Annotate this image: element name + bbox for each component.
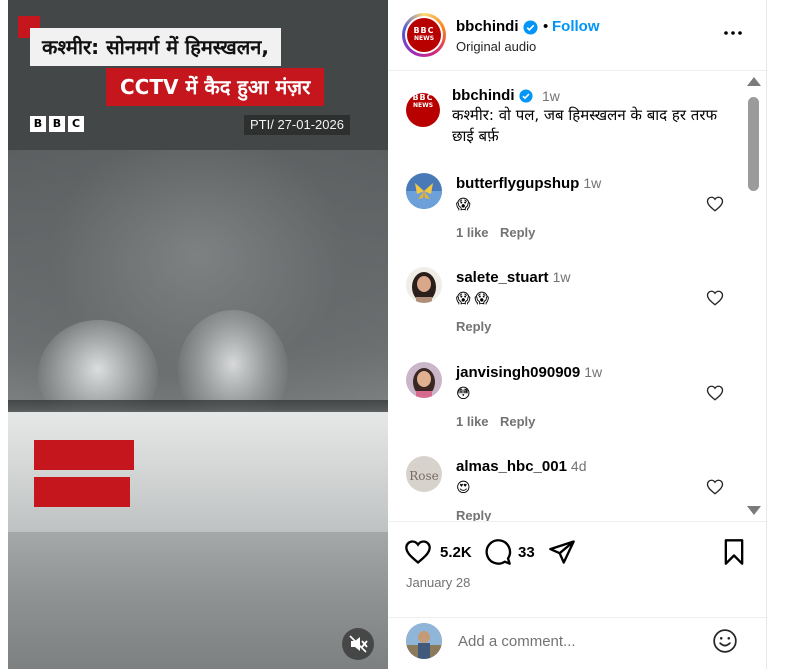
comment-like-count[interactable]: 1 like <box>456 414 489 429</box>
current-user-avatar[interactable] <box>406 623 442 659</box>
comment-avatar[interactable] <box>406 267 442 303</box>
bbc-logo: B B C <box>30 116 84 132</box>
profile-photo-icon <box>406 623 442 659</box>
post-header: BBC NEWS bbchindi • Follow Original audi… <box>388 0 766 71</box>
bbc-logo-letter: B <box>30 116 46 132</box>
more-horizontal-icon <box>724 31 742 35</box>
left-margin <box>0 0 8 669</box>
add-comment-bar <box>388 617 766 669</box>
bbc-logo-letter: C <box>68 116 84 132</box>
header-username[interactable]: bbchindi <box>456 18 519 35</box>
post-actions: 5.2K 33 January 28 <box>388 521 766 617</box>
comment-avatar[interactable]: Rose <box>406 456 442 492</box>
reply-button[interactable]: Reply <box>500 414 535 429</box>
like-count[interactable]: 5.2K <box>440 544 472 561</box>
comment-username[interactable]: salete_stuart <box>456 269 549 286</box>
comment-time[interactable]: 1w <box>583 175 601 191</box>
video-headline-line2: CCTV में कैद हुआ मंज़र <box>106 68 325 106</box>
video-snow <box>8 412 388 532</box>
caption-username-row: bbchindi <box>452 87 533 104</box>
heart-icon[interactable] <box>706 195 724 213</box>
comment-time[interactable]: 4d <box>571 458 587 474</box>
comment-text: 😱 <box>456 196 471 212</box>
avatar-logo-text: BBC <box>412 93 434 102</box>
instagram-post-viewer: कश्मीर: सोनमर्ग में हिमस्खलन, CCTV में क… <box>0 0 796 669</box>
heart-icon[interactable] <box>706 384 724 402</box>
caption-text: कश्मीर: वो पल, जब हिमस्खलन के बाद हर तरफ… <box>452 106 718 145</box>
header-username-row: bbchindi <box>456 18 538 35</box>
heart-icon[interactable] <box>706 478 724 496</box>
red-graphic-bar <box>34 440 134 470</box>
scroll-up-arrow[interactable] <box>747 77 761 86</box>
comment-username[interactable]: janvisingh090909 <box>456 364 580 381</box>
comments-list[interactable]: BBC NEWS bbchindi 1w कश्मीर: वो पल, जब ह… <box>388 71 748 521</box>
source-stamp: PTI/ 27-01-2026 <box>244 115 350 135</box>
mute-button[interactable] <box>342 628 374 660</box>
share-icon[interactable] <box>548 538 576 566</box>
heart-icon[interactable] <box>404 538 432 566</box>
bookmark-icon[interactable] <box>720 538 748 566</box>
comment-text: 😍 <box>456 479 471 495</box>
caption-username[interactable]: bbchindi <box>452 87 515 104</box>
follow-button[interactable]: Follow <box>552 18 600 35</box>
post-panel: BBC NEWS bbchindi • Follow Original audi… <box>388 0 766 669</box>
caption-time[interactable]: 1w <box>542 88 560 104</box>
avatar: BBC NEWS <box>407 18 441 52</box>
profile-photo-icon <box>406 362 442 398</box>
comment-icon[interactable] <box>484 538 512 566</box>
more-options-button[interactable] <box>722 22 744 48</box>
smiley-icon[interactable] <box>712 628 738 654</box>
avatar-logo-subtext: NEWS <box>413 35 435 42</box>
volume-muted-icon <box>349 635 368 653</box>
comment-username-row: almas_hbc_001 4d <box>456 458 587 475</box>
scroll-down-arrow[interactable] <box>747 506 761 515</box>
comment-count[interactable]: 33 <box>518 544 535 561</box>
comment-username-row: janvisingh090909 1w <box>456 364 602 381</box>
comment-time[interactable]: 1w <box>553 269 571 285</box>
comment-username-row: butterflygupshup 1w <box>456 175 601 192</box>
comment-avatar[interactable] <box>406 362 442 398</box>
separator-dot: • <box>543 18 549 35</box>
caption-avatar[interactable]: BBC NEWS <box>406 85 440 127</box>
bbc-logo-letter: B <box>49 116 65 132</box>
video-headline-line1: कश्मीर: सोनमर्ग में हिमस्खलन, <box>30 28 282 66</box>
verified-badge-icon <box>519 89 533 103</box>
avatar: BBC NEWS <box>406 93 440 127</box>
avatar-logo-subtext: NEWS <box>412 102 434 109</box>
profile-avatar-ring[interactable]: BBC NEWS <box>402 13 446 57</box>
profile-avatar-border: BBC NEWS <box>405 16 443 54</box>
comment-avatar[interactable] <box>406 173 442 209</box>
comment-time[interactable]: 1w <box>584 364 602 380</box>
avatar-text: Rose <box>409 469 439 483</box>
comment-item: Rose almas_hbc_001 4d 😍 Reply <box>388 456 748 521</box>
comment-username[interactable]: butterflygupshup <box>456 175 579 192</box>
comment-item: janvisingh090909 1w 😳 1 like Reply <box>388 362 748 452</box>
right-margin <box>766 0 796 669</box>
reply-button[interactable]: Reply <box>500 225 535 240</box>
comment-text: 😳 <box>456 385 471 401</box>
profile-photo-icon <box>406 267 442 303</box>
heart-icon[interactable] <box>706 289 724 307</box>
butterfly-avatar-icon <box>406 173 442 209</box>
video-foreground <box>8 532 388 669</box>
comment-item: salete_stuart 1w 😱 😱 Reply <box>388 267 748 357</box>
reply-button[interactable]: Reply <box>456 508 491 521</box>
post-date[interactable]: January 28 <box>406 575 470 590</box>
verified-badge-icon <box>523 20 538 35</box>
comment-like-count[interactable]: 1 like <box>456 225 489 240</box>
comment-text: 😱 😱 <box>456 290 490 306</box>
comment-item: butterflygupshup 1w 😱 1 like Reply <box>388 173 748 263</box>
rose-avatar-icon: Rose <box>406 456 442 492</box>
video-player[interactable]: कश्मीर: सोनमर्ग में हिमस्खलन, CCTV में क… <box>8 0 388 669</box>
scrollbar-thumb[interactable] <box>748 97 759 191</box>
red-graphic-bar <box>34 477 130 507</box>
avatar-logo-text: BBC <box>413 26 435 35</box>
comment-input[interactable] <box>456 628 696 654</box>
reply-button[interactable]: Reply <box>456 319 491 334</box>
comment-username[interactable]: almas_hbc_001 <box>456 458 567 475</box>
comment-username-row: salete_stuart 1w <box>456 269 570 286</box>
audio-label[interactable]: Original audio <box>456 39 536 54</box>
